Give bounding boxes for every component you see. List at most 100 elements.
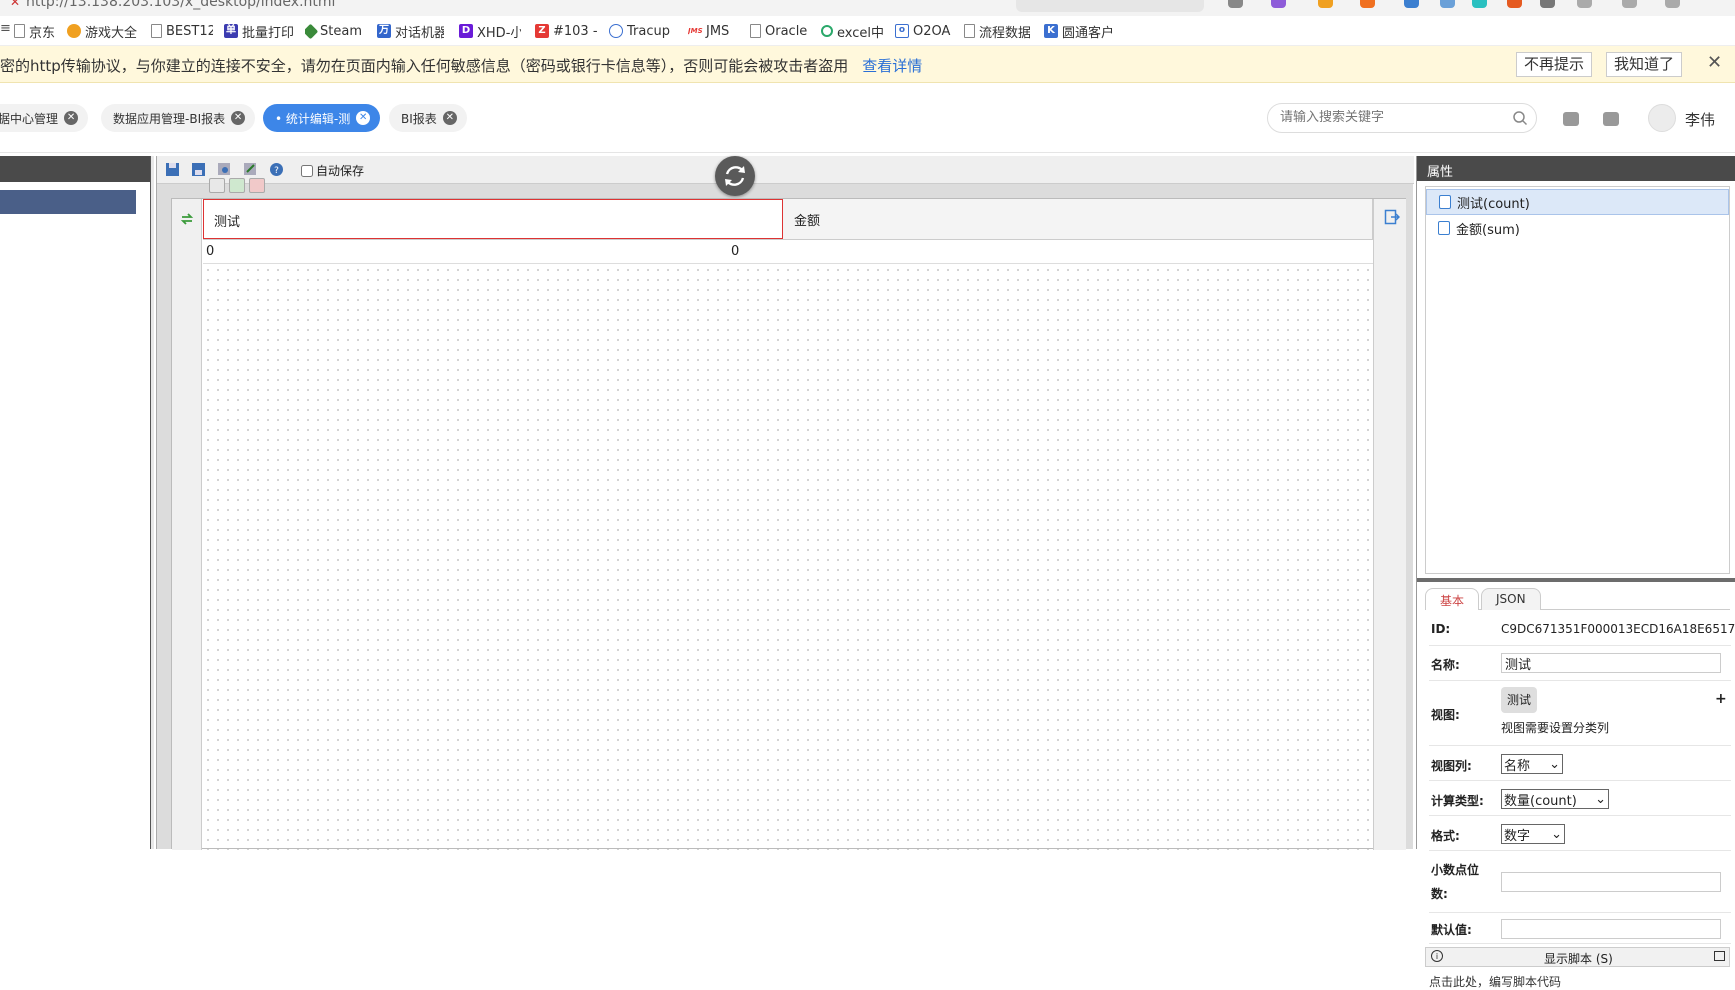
autosave-checkbox[interactable] (301, 164, 313, 177)
tab-json[interactable]: JSON (1481, 588, 1541, 610)
name-input[interactable] (1501, 653, 1721, 673)
shirt-icon[interactable] (1603, 112, 1619, 126)
decimal-input[interactable] (1501, 872, 1721, 892)
message-icon[interactable] (1563, 112, 1579, 126)
bookmark-chatbot[interactable]: 万对话机器 (377, 22, 444, 40)
form-canvas[interactable]: 测试 金额 0 0 (171, 198, 1406, 850)
bookmark-steam[interactable]: Steam (305, 22, 365, 40)
close-tab-icon[interactable]: ✕ (64, 111, 79, 125)
history-icon[interactable] (1665, 0, 1680, 8)
bookmark-jms[interactable]: JMS JMS (688, 22, 738, 40)
print-app-icon: 单 (224, 24, 238, 38)
default-value-input[interactable] (1501, 919, 1721, 939)
right-gutter (1373, 199, 1406, 850)
bookmark-103[interactable]: Z #103 - (535, 22, 597, 40)
table-cell[interactable]: 0 (731, 244, 739, 259)
bookmark-tracup[interactable]: Tracup (609, 22, 673, 40)
doc-icon (750, 24, 761, 38)
chevron-down-icon: ⌄ (1549, 756, 1560, 772)
save-icon[interactable] (165, 162, 180, 177)
avatar[interactable] (1648, 104, 1676, 132)
dont-remind-button[interactable]: 不再提示 (1516, 52, 1593, 77)
extension-icon[interactable] (1271, 0, 1286, 8)
show-script-bar[interactable]: i 显示脚本 (S) (1425, 947, 1730, 967)
bookmark-flow-data[interactable]: 流程数据 (964, 22, 1030, 40)
chevron-down-icon: ⌄ (1551, 826, 1562, 842)
column-header-cell[interactable]: 测试 (203, 199, 783, 239)
script-hint[interactable]: 点击此处，编写脚本代码 (1429, 973, 1561, 990)
format-select[interactable]: 数字 ⌄ (1501, 824, 1565, 844)
o2oa-icon: o (895, 24, 909, 38)
view-details-link[interactable]: 查看详情 (862, 57, 922, 75)
bookmark-oracle[interactable]: Oracle (750, 22, 808, 40)
search-input[interactable] (1280, 110, 1500, 125)
search-icon[interactable] (1512, 110, 1528, 126)
tab-bi-report[interactable]: BI报表 ✕ (389, 104, 467, 132)
restore-icon[interactable] (1714, 951, 1725, 961)
list-item[interactable]: 测试(count) (1426, 189, 1729, 215)
search-box[interactable] (1267, 103, 1537, 133)
refresh-icon[interactable] (715, 156, 755, 196)
close-icon[interactable]: ✕ (1707, 52, 1722, 73)
export-field-icon[interactable] (1384, 209, 1400, 225)
export-icon[interactable] (243, 162, 258, 177)
scissors-icon[interactable] (1228, 0, 1243, 8)
username[interactable]: 李伟 (1685, 109, 1715, 130)
calc-type-select[interactable]: 数量(count) ⌄ (1501, 789, 1609, 809)
prop-row-default: 默认值: (1429, 913, 1731, 944)
list-item[interactable]: 金额(sum) (1426, 215, 1729, 241)
bookmark-o2oa[interactable]: o O2OA (895, 22, 951, 40)
tab-bi-report-manage[interactable]: 数据应用管理-BI报表 ✕ (101, 104, 256, 132)
close-tab-icon[interactable]: ✕ (442, 111, 457, 125)
viewcol-select[interactable]: 名称 ⌄ (1501, 754, 1563, 774)
tab-basic[interactable]: 基本 (1425, 588, 1480, 610)
excel-ring-icon (821, 25, 833, 37)
remove-icon[interactable] (249, 178, 265, 193)
d-app-icon: D (459, 24, 473, 38)
panel-splitter[interactable] (1417, 578, 1735, 582)
svg-text:?: ? (274, 166, 279, 176)
left-selected-item[interactable] (0, 190, 136, 214)
search-tool-icon[interactable] (1404, 0, 1419, 8)
bookmark-jd[interactable]: 京东 (14, 22, 62, 40)
mail-icon[interactable] (1540, 0, 1555, 8)
tab-stat-edit[interactable]: • 统计编辑-测 ✕ (263, 104, 381, 132)
add-icon[interactable] (229, 178, 245, 193)
help-icon[interactable]: ? (269, 162, 284, 177)
close-tab-icon[interactable]: ✕ (231, 111, 246, 125)
heart-icon[interactable] (1318, 0, 1333, 8)
bookmark-best12[interactable]: BEST12 (151, 22, 213, 40)
preview-icon[interactable] (217, 162, 232, 177)
doc-icon (964, 24, 975, 38)
bookmark-batch-print[interactable]: 单批量打印 (224, 22, 296, 40)
move-icon[interactable] (209, 178, 225, 193)
cell-tools (209, 178, 265, 193)
prop-row-decimal: 小数点位 数: (1429, 851, 1731, 913)
app-header: 据中心管理✕ 数据应用管理-BI报表✕ • 统计编辑-测✕ BI报表✕ 李伟 (0, 83, 1735, 153)
cloud-icon[interactable] (1440, 0, 1455, 8)
menu-chevron-icon[interactable]: ≡ (0, 21, 11, 36)
p-icon[interactable] (1472, 0, 1487, 8)
view-chip[interactable]: 测试 (1501, 687, 1538, 713)
settings-icon[interactable] (1622, 0, 1637, 8)
close-tab-icon[interactable]: ✕ (356, 111, 371, 125)
app-icon[interactable] (1507, 0, 1522, 8)
autosave-toggle[interactable]: 自动保存 (301, 162, 364, 179)
doc-icon (151, 24, 162, 38)
bookmark-yto[interactable]: K 圆通客户 (1044, 22, 1112, 40)
add-view-icon[interactable]: + (1715, 691, 1727, 707)
bookmark-xhd[interactable]: D XHD-小 (459, 22, 521, 40)
swap-icon[interactable] (180, 212, 194, 226)
got-it-button[interactable]: 我知道了 (1606, 52, 1683, 77)
bookmark-excel[interactable]: excel中 (821, 22, 883, 40)
bookmark-icon[interactable] (1360, 0, 1375, 8)
browser-address-bar[interactable]: ✕ http://13.138.203.103/x_desktop/index.… (0, 0, 1735, 16)
table-cell[interactable]: 0 (206, 244, 214, 259)
save-as-icon[interactable] (191, 162, 206, 177)
tab-data-center[interactable]: 据中心管理 ✕ (0, 104, 89, 132)
column-header-cell[interactable]: 金额 (784, 199, 1373, 239)
bookmark-games[interactable]: 游戏大全 (67, 22, 139, 40)
grid-icon[interactable] (1577, 0, 1592, 8)
panel-splitter[interactable] (150, 156, 154, 849)
browser-search-field[interactable] (1016, 0, 1204, 12)
